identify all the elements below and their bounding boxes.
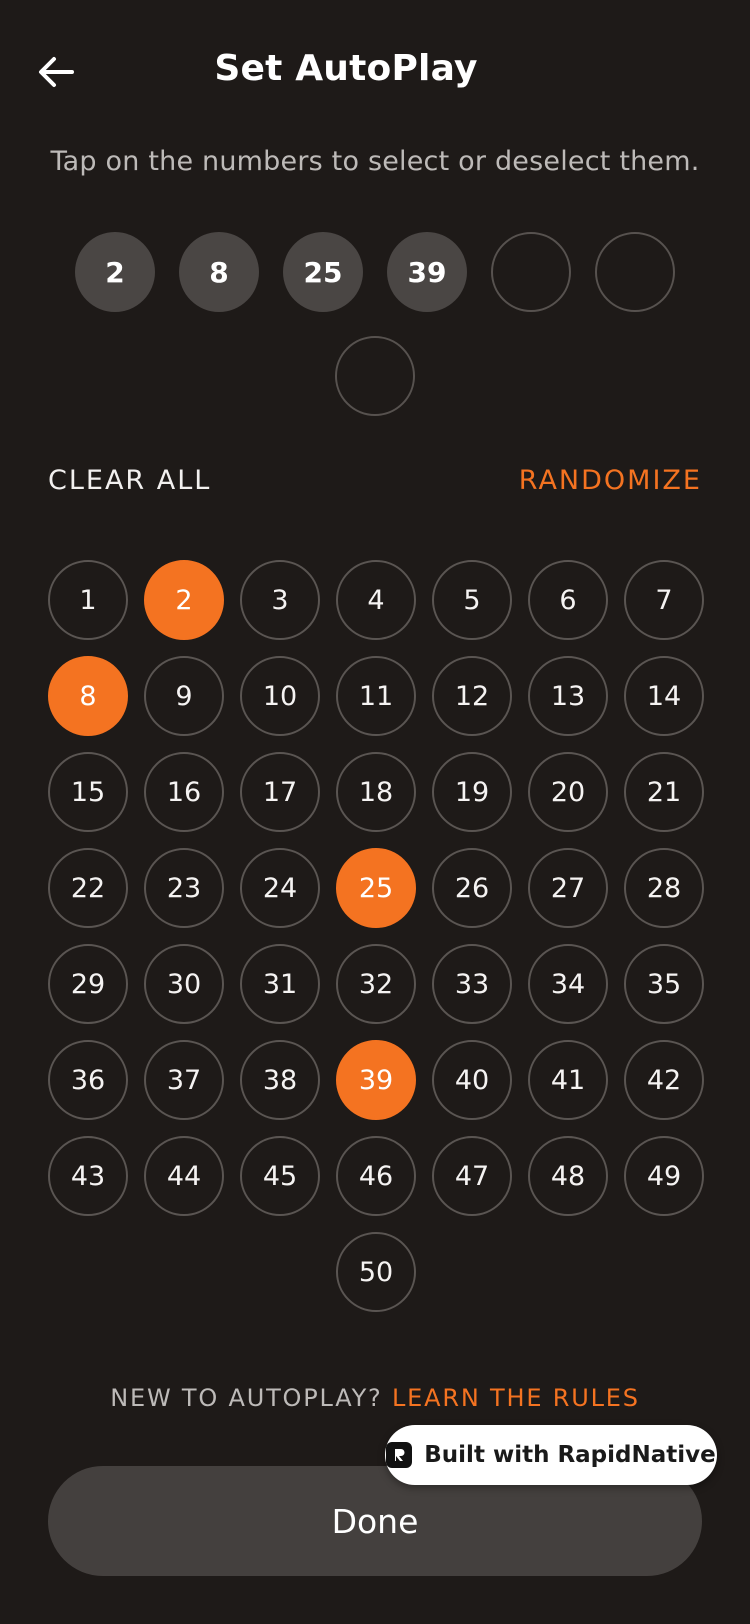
clear-all-button[interactable]: CLEAR ALL: [48, 465, 211, 496]
number-ball[interactable]: 7: [624, 560, 704, 640]
number-ball[interactable]: 20: [528, 752, 608, 832]
number-ball[interactable]: 33: [432, 944, 512, 1024]
number-ball[interactable]: 31: [240, 944, 320, 1024]
number-ball[interactable]: 42: [624, 1040, 704, 1120]
number-ball[interactable]: 8: [48, 656, 128, 736]
selected-numbers-row: 2 8 25 39: [75, 232, 675, 416]
number-ball[interactable]: 24: [240, 848, 320, 928]
number-grid: 1 2 3 4 5 6 7 8 9 10 11 12 13 14 15 16 17 18 19 20 21 22 23 24 2…: [48, 560, 704, 1312]
number-ball[interactable]: 25: [336, 848, 416, 928]
number-ball[interactable]: 9: [144, 656, 224, 736]
number-ball[interactable]: 4: [336, 560, 416, 640]
number-ball[interactable]: 17: [240, 752, 320, 832]
number-ball[interactable]: 30: [144, 944, 224, 1024]
number-ball[interactable]: 36: [48, 1040, 128, 1120]
instructions-text: Tap on the numbers to select or deselect…: [50, 146, 700, 177]
number-ball[interactable]: 43: [48, 1136, 128, 1216]
autoplay-screen: Set AutoPlay Tap on the numbers to selec…: [0, 0, 750, 1624]
number-ball[interactable]: 21: [624, 752, 704, 832]
number-ball[interactable]: 50: [336, 1232, 416, 1312]
page-title: Set AutoPlay: [214, 48, 478, 89]
number-ball[interactable]: 28: [624, 848, 704, 928]
number-ball[interactable]: 40: [432, 1040, 512, 1120]
badge-label: Built with RapidNative: [424, 1442, 716, 1468]
selected-slot[interactable]: 8: [179, 232, 259, 312]
number-ball[interactable]: 1: [48, 560, 128, 640]
number-ball[interactable]: 38: [240, 1040, 320, 1120]
number-ball[interactable]: 22: [48, 848, 128, 928]
number-ball[interactable]: 45: [240, 1136, 320, 1216]
number-ball[interactable]: 15: [48, 752, 128, 832]
number-ball[interactable]: 41: [528, 1040, 608, 1120]
new-to-autoplay-text: NEW TO AUTOPLAY?: [110, 1384, 383, 1412]
selected-slot: [335, 336, 415, 416]
number-ball[interactable]: 46: [336, 1136, 416, 1216]
number-ball[interactable]: 26: [432, 848, 512, 928]
number-ball[interactable]: 39: [336, 1040, 416, 1120]
selected-slot[interactable]: 25: [283, 232, 363, 312]
number-ball[interactable]: 6: [528, 560, 608, 640]
selected-slot: [595, 232, 675, 312]
number-ball[interactable]: 35: [624, 944, 704, 1024]
number-ball[interactable]: 5: [432, 560, 512, 640]
number-ball[interactable]: 14: [624, 656, 704, 736]
number-ball[interactable]: 19: [432, 752, 512, 832]
number-ball[interactable]: 18: [336, 752, 416, 832]
number-ball[interactable]: 37: [144, 1040, 224, 1120]
number-ball[interactable]: 13: [528, 656, 608, 736]
rapidnative-logo-icon: [386, 1442, 413, 1468]
number-ball[interactable]: 2: [144, 560, 224, 640]
number-ball[interactable]: 47: [432, 1136, 512, 1216]
selected-slot[interactable]: 2: [75, 232, 155, 312]
number-ball[interactable]: 44: [144, 1136, 224, 1216]
number-ball[interactable]: 29: [48, 944, 128, 1024]
number-ball[interactable]: 10: [240, 656, 320, 736]
actions-bar: CLEAR ALL RANDOMIZE: [48, 465, 702, 496]
built-with-badge[interactable]: Built with RapidNative: [385, 1425, 717, 1485]
number-ball[interactable]: 11: [336, 656, 416, 736]
number-ball[interactable]: 32: [336, 944, 416, 1024]
number-ball[interactable]: 48: [528, 1136, 608, 1216]
number-ball[interactable]: 27: [528, 848, 608, 928]
number-ball[interactable]: 3: [240, 560, 320, 640]
number-ball[interactable]: 12: [432, 656, 512, 736]
randomize-button[interactable]: RANDOMIZE: [519, 465, 702, 496]
learn-rules-link[interactable]: LEARN THE RULES: [392, 1384, 640, 1412]
selected-slot[interactable]: 39: [387, 232, 467, 312]
number-ball[interactable]: 16: [144, 752, 224, 832]
number-ball[interactable]: 34: [528, 944, 608, 1024]
number-ball[interactable]: 49: [624, 1136, 704, 1216]
learn-rules-line: NEW TO AUTOPLAY? LEARN THE RULES: [0, 1384, 750, 1412]
done-button-label: Done: [331, 1501, 419, 1541]
number-ball[interactable]: 23: [144, 848, 224, 928]
selected-slot: [491, 232, 571, 312]
